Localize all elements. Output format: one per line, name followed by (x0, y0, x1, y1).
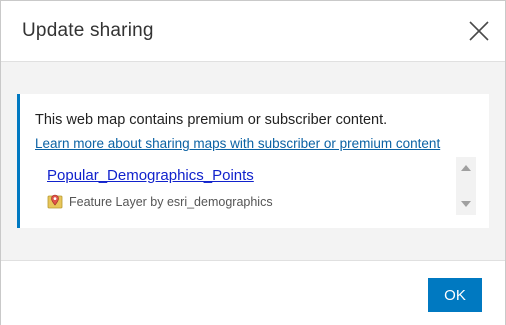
feature-layer-premium-icon (47, 193, 63, 212)
dialog-content: This web map contains premium or subscri… (1, 62, 505, 260)
scroll-down-arrow-icon[interactable] (461, 201, 471, 207)
close-icon[interactable] (467, 19, 491, 43)
premium-item-list: Popular_Demographics_Points Feature Laye… (35, 157, 476, 215)
dialog-title: Update sharing (22, 20, 154, 41)
notice-message: This web map contains premium or subscri… (35, 112, 388, 128)
ok-button[interactable]: OK (428, 278, 482, 312)
dialog-footer: OK (1, 260, 505, 325)
dialog-header: Update sharing (1, 1, 505, 62)
list-scrollbar[interactable] (456, 157, 476, 215)
premium-content-notice: This web map contains premium or subscri… (17, 94, 489, 228)
scroll-up-arrow-icon[interactable] (461, 165, 471, 171)
learn-more-link[interactable]: Learn more about sharing maps with subsc… (35, 136, 440, 151)
item-title-link[interactable]: Popular_Demographics_Points (47, 167, 254, 184)
item-meta-text: Feature Layer by esri_demographics (69, 195, 273, 209)
update-sharing-dialog: Update sharing This web map contains pre… (0, 0, 506, 325)
item-meta: Feature Layer by esri_demographics (47, 193, 273, 212)
